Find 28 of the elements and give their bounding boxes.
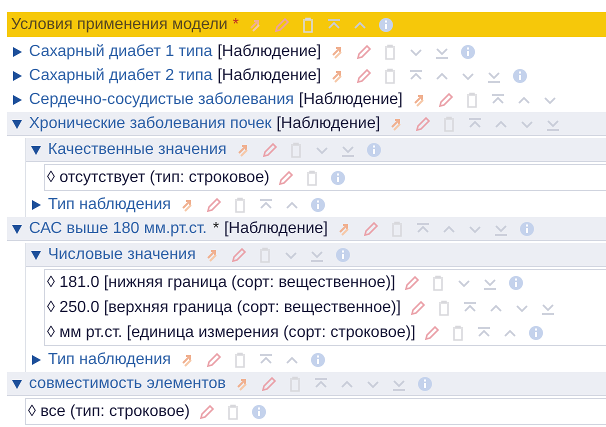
- value-text: ◊ 181.0 [нижняя граница (сорт: вещественное)]: [47, 272, 396, 292]
- tree-row[interactable]: Качественные значения: [26, 138, 606, 162]
- tree-row[interactable]: Хронические заболевания почек [Наблюдение]: [7, 112, 606, 136]
- value-text: ◊ отсутствует (тип: строковое): [47, 168, 270, 188]
- node-name[interactable]: САС выше 180 мм.рт.ст.: [29, 216, 207, 240]
- header-title: Условия применения модели: [11, 14, 228, 34]
- required-marker: *: [232, 14, 239, 34]
- node-type: [Наблюдение]: [276, 114, 380, 134]
- node-name[interactable]: Сахарный диабет 1 типа: [29, 40, 212, 64]
- node-name[interactable]: Сахарный диабет 2 типа: [29, 64, 212, 88]
- node-name[interactable]: Тип наблюдения: [48, 348, 171, 372]
- node-name[interactable]: Хронические заболевания почек: [29, 112, 272, 136]
- node-type: [Наблюдение]: [217, 66, 322, 86]
- node-type: [Наблюдение]: [224, 218, 328, 238]
- node-name[interactable]: Тип наблюдения: [48, 193, 171, 217]
- tree-row[interactable]: совместимость элементов: [7, 372, 606, 396]
- tree-row[interactable]: Числовые значения: [26, 243, 606, 267]
- node-type: [Наблюдение]: [217, 42, 322, 62]
- tree-row[interactable]: САС выше 180 мм.рт.ст. * [Наблюдение]: [7, 217, 606, 241]
- value-text: ◊ мм рт.ст. [единица измерения (сорт: строковое)]: [47, 322, 416, 342]
- node-name[interactable]: Сердечно-сосудистые заболевания: [29, 88, 294, 112]
- value-text: ◊ все (тип: строковое): [28, 402, 190, 422]
- node-name[interactable]: Числовые значения: [48, 242, 196, 266]
- node-name[interactable]: совместимость элементов: [29, 372, 226, 396]
- required-marker: *: [212, 218, 220, 238]
- value-text: ◊ 250.0 [верхняя граница (сорт: вещественное)]: [47, 298, 401, 318]
- node-type: [Наблюдение]: [298, 90, 403, 110]
- node-name[interactable]: Качественные значения: [48, 138, 227, 162]
